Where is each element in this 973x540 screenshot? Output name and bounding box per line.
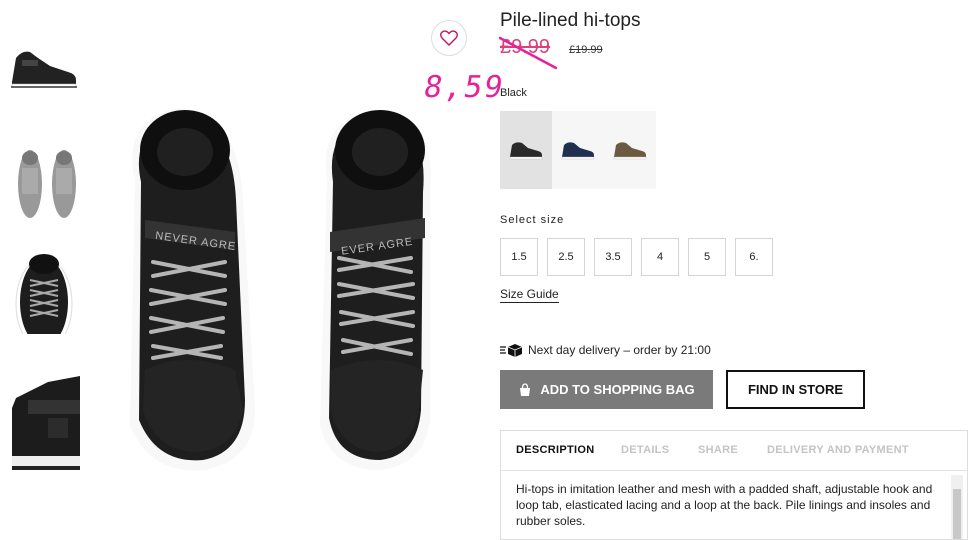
description-text: Hi-tops in imitation leather and mesh wi… — [516, 482, 933, 528]
heart-icon — [440, 30, 458, 46]
shopping-bag-icon — [520, 382, 531, 396]
shoe-back-image — [12, 376, 80, 470]
product-title: Pile-lined hi-tops — [500, 10, 641, 31]
shoe-black-icon — [509, 142, 543, 160]
product-info-tabs: DESCRIPTION DETAILS SHARE DELIVERY AND P… — [500, 430, 968, 540]
tab-share[interactable]: SHARE — [698, 444, 738, 456]
color-swatch-brown[interactable] — [604, 111, 656, 189]
description-scrollbar[interactable] — [951, 475, 963, 539]
delivery-box-icon — [500, 344, 522, 357]
color-label: Black — [500, 87, 527, 99]
thumbnail-4[interactable] — [8, 372, 80, 480]
size-option-3-5[interactable]: 3.5 — [594, 238, 632, 276]
delivery-info: Next day delivery – order by 21:00 — [500, 343, 711, 357]
scrollbar-thumb[interactable] — [953, 489, 961, 539]
size-option-1-5[interactable]: 1.5 — [500, 238, 538, 276]
delivery-text: Next day delivery – order by 21:00 — [528, 343, 711, 357]
tab-delivery-payment[interactable]: DELIVERY AND PAYMENT — [767, 444, 909, 456]
color-swatch-black[interactable] — [500, 111, 552, 189]
size-option-2-5[interactable]: 2.5 — [547, 238, 585, 276]
shoe-navy-icon — [561, 142, 595, 160]
add-to-bag-button[interactable]: ADD TO SHOPPING BAG — [500, 370, 713, 409]
thumbnail-2[interactable] — [8, 140, 80, 224]
pink-strike-annotation — [498, 36, 558, 70]
shoe-pair-top-view: NEVER AGRE EVER AGRE — [130, 108, 431, 471]
find-in-store-button[interactable]: FIND IN STORE — [726, 370, 865, 409]
handwritten-price-annotation: 8,59 — [420, 70, 508, 105]
shoe-top-image — [15, 254, 73, 334]
size-label: Select size — [500, 214, 565, 226]
thumbnail-3[interactable] — [8, 250, 80, 334]
price-compare: £19.99 — [569, 44, 603, 56]
shoe-pair-top-image — [18, 150, 76, 218]
size-option-5[interactable]: 5 — [688, 238, 726, 276]
wishlist-button[interactable] — [431, 20, 467, 56]
left-shoe: NEVER AGRE — [130, 108, 255, 471]
tab-description[interactable]: DESCRIPTION — [516, 444, 594, 456]
main-product-image: NEVER AGRE EVER AGRE — [95, 80, 465, 500]
shoe-brown-icon — [613, 142, 647, 160]
size-guide-link[interactable]: Size Guide — [500, 287, 559, 303]
shoe-side-image — [11, 51, 77, 88]
thumbnail-1[interactable] — [8, 36, 80, 120]
size-option-4[interactable]: 4 — [641, 238, 679, 276]
tab-divider — [501, 470, 967, 471]
tab-details[interactable]: DETAILS — [621, 444, 669, 456]
add-to-bag-label: ADD TO SHOPPING BAG — [540, 382, 695, 397]
right-shoe: EVER AGRE — [320, 110, 431, 471]
size-option-6[interactable]: 6. — [735, 238, 773, 276]
color-swatch-navy[interactable] — [552, 111, 604, 189]
